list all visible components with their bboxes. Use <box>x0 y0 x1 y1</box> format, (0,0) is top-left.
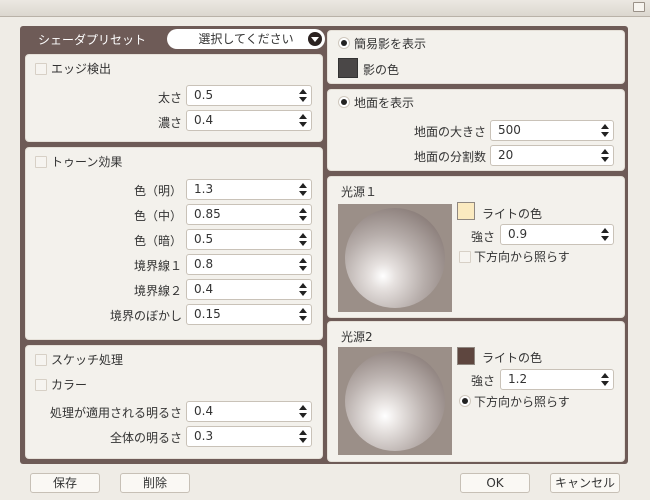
delete-button[interactable]: 削除 <box>120 473 190 493</box>
sketch-brightness-value: 0.3 <box>194 429 214 443</box>
edge-density-select[interactable]: 0.4 <box>186 110 312 131</box>
toon-mid-label: 色（中） <box>133 209 182 223</box>
toon-light-value: 1.3 <box>194 182 214 196</box>
toon-border2-value: 0.4 <box>194 282 214 296</box>
light2-sphere <box>345 351 445 451</box>
light2-strength-value: 1.2 <box>508 372 528 386</box>
shadow-color-swatch[interactable] <box>338 58 358 78</box>
ground-division-label: 地面の分割数 <box>413 150 486 164</box>
toon-border2-label: 境界線２ <box>133 284 182 298</box>
toon-border1-select[interactable]: 0.8 <box>186 254 312 275</box>
edge-thickness-label: 太さ <box>157 91 182 105</box>
toon-check-label: トゥーン効果 <box>51 155 123 169</box>
edge-check-label: エッジ検出 <box>51 62 112 76</box>
light1-from-below-checkbox[interactable] <box>459 251 471 263</box>
sketch-threshold-select[interactable]: 0.4 <box>186 401 312 422</box>
toon-mid-value: 0.85 <box>194 207 221 221</box>
light1-strength-select[interactable]: 0.9 <box>500 224 614 245</box>
toon-mid-select[interactable]: 0.85 <box>186 204 312 225</box>
sketch-brightness-select[interactable]: 0.3 <box>186 426 312 447</box>
chevron-down-icon <box>308 32 322 46</box>
ground-size-label: 地面の大きさ <box>413 125 486 139</box>
ground-radio[interactable] <box>338 96 350 108</box>
spinner-arrows-icon <box>299 114 307 127</box>
spinner-arrows-icon <box>601 149 609 162</box>
sketch-checkbox[interactable] <box>35 354 47 366</box>
light1-strength-value: 0.9 <box>508 227 528 241</box>
light2-from-below-radio[interactable] <box>459 395 471 407</box>
light1-color-label: ライトの色 <box>482 207 543 221</box>
spinner-arrows-icon <box>299 89 307 102</box>
preset-select[interactable]: 選択してください <box>167 29 325 49</box>
toon-border1-value: 0.8 <box>194 257 214 271</box>
light2-preview <box>338 347 452 455</box>
shadow-color-label: 影の色 <box>363 63 400 77</box>
ok-button[interactable]: OK <box>460 473 530 493</box>
toon-blur-label: 境界のぼかし <box>109 309 182 323</box>
sketch-threshold-label: 処理が適用される明るさ <box>49 406 182 420</box>
spinner-arrows-icon <box>299 258 307 271</box>
spinner-arrows-icon <box>299 405 307 418</box>
ground-radio-label: 地面を表示 <box>354 96 415 110</box>
spinner-arrows-icon <box>601 228 609 241</box>
light1-from-below-label: 下方向から照らす <box>474 250 570 264</box>
preset-label: シェーダプリセット <box>38 33 147 47</box>
spinner-arrows-icon <box>299 283 307 296</box>
shadow-radio-label: 簡易影を表示 <box>354 37 427 51</box>
light2-strength-label: 強さ <box>471 374 496 388</box>
toon-light-select[interactable]: 1.3 <box>186 179 312 200</box>
ground-division-select[interactable]: 20 <box>490 145 614 166</box>
spinner-arrows-icon <box>299 233 307 246</box>
light1-color-swatch[interactable] <box>457 202 475 220</box>
cancel-button[interactable]: キャンセル <box>550 473 620 493</box>
spinner-arrows-icon <box>601 373 609 386</box>
toon-dark-select[interactable]: 0.5 <box>186 229 312 250</box>
light2-color-label: ライトの色 <box>482 351 543 365</box>
toon-checkbox[interactable] <box>35 156 47 168</box>
light2-from-below-label: 下方向から照らす <box>474 395 570 409</box>
edge-thickness-value: 0.5 <box>194 88 214 102</box>
sketch-color-label: カラー <box>51 378 88 392</box>
toon-dark-value: 0.5 <box>194 232 214 246</box>
spinner-arrows-icon <box>299 430 307 443</box>
light1-strength-label: 強さ <box>471 230 496 244</box>
sketch-threshold-value: 0.4 <box>194 404 214 418</box>
ground-division-value: 20 <box>498 148 514 162</box>
edge-density-label: 濃さ <box>157 116 182 130</box>
light2-color-swatch[interactable] <box>457 347 475 365</box>
ground-size-select[interactable]: 500 <box>490 120 614 141</box>
toon-blur-select[interactable]: 0.15 <box>186 304 312 325</box>
toon-blur-value: 0.15 <box>194 307 221 321</box>
sketch-check-label: スケッチ処理 <box>51 353 124 367</box>
toon-dark-label: 色（暗） <box>133 234 182 248</box>
toon-border1-label: 境界線１ <box>133 259 182 273</box>
ground-size-value: 500 <box>498 123 521 137</box>
toon-light-label: 色（明） <box>133 184 182 198</box>
light2-title: 光源2 <box>341 330 373 344</box>
edge-checkbox[interactable] <box>35 63 47 75</box>
shadow-radio[interactable] <box>338 37 350 49</box>
sketch-brightness-label: 全体の明るさ <box>109 431 182 445</box>
save-button[interactable]: 保存 <box>30 473 100 493</box>
edge-density-value: 0.4 <box>194 113 214 127</box>
spinner-arrows-icon <box>299 208 307 221</box>
spinner-arrows-icon <box>299 308 307 321</box>
toon-border2-select[interactable]: 0.4 <box>186 279 312 300</box>
light1-sphere <box>345 208 445 308</box>
light2-strength-select[interactable]: 1.2 <box>500 369 614 390</box>
light1-preview <box>338 204 452 312</box>
close-icon[interactable] <box>633 2 645 12</box>
spinner-arrows-icon <box>601 124 609 137</box>
preset-value: 選択してください <box>198 32 294 46</box>
edge-thickness-select[interactable]: 0.5 <box>186 85 312 106</box>
spinner-arrows-icon <box>299 183 307 196</box>
title-bar <box>0 0 650 17</box>
light1-title: 光源１ <box>341 185 378 199</box>
sketch-color-checkbox[interactable] <box>35 379 47 391</box>
